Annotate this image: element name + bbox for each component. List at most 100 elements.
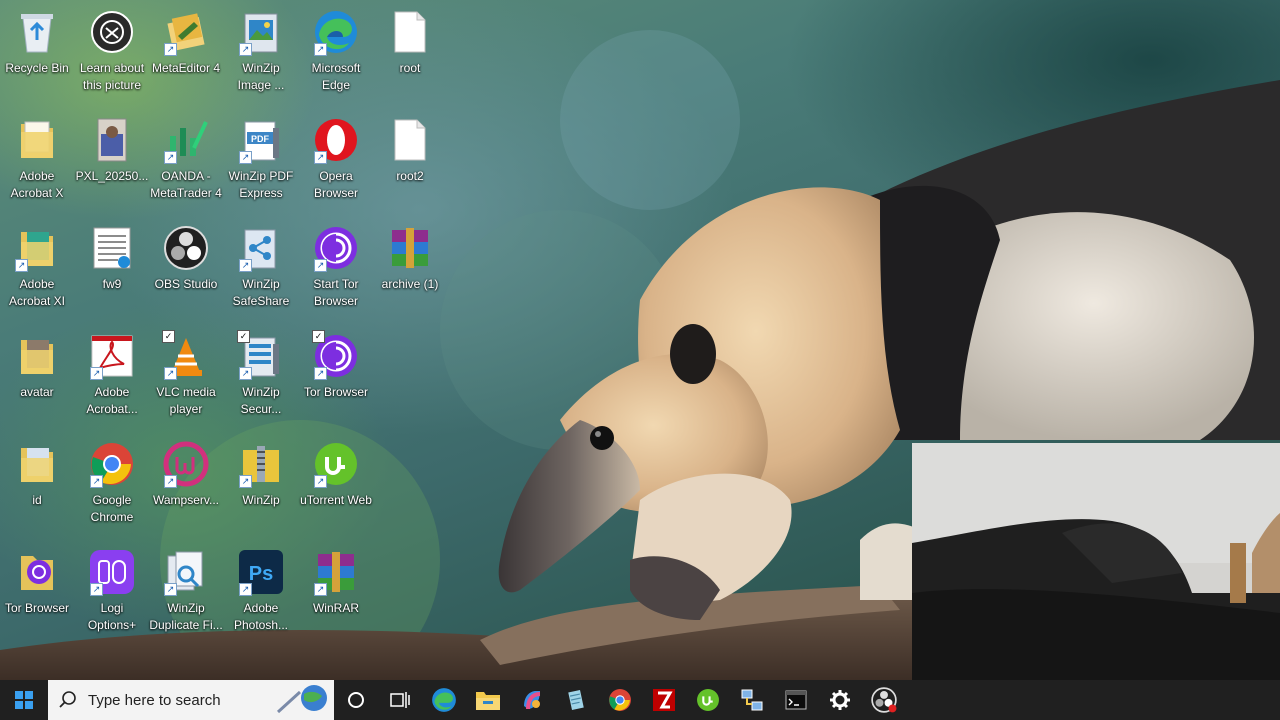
winzip-image-icon: ↗ — [237, 8, 285, 56]
icon-label: Adobe Acrobat... — [86, 385, 138, 416]
shortcut-arrow-icon: ↗ — [90, 367, 103, 380]
winzip-duplicate-icon: ↗ — [162, 548, 210, 596]
document-icon — [88, 224, 136, 272]
icon-label: MetaEditor 4 — [151, 61, 221, 75]
folder-icon — [13, 440, 61, 488]
icon-label: root2 — [396, 169, 424, 183]
taskbar-search-box[interactable] — [48, 680, 334, 720]
icon-label: avatar — [20, 385, 54, 399]
start-button[interactable] — [0, 680, 48, 720]
windows-start-icon — [15, 691, 33, 709]
folder-icon — [13, 116, 61, 164]
taskbar-copilot[interactable] — [510, 680, 554, 720]
svg-text:PDF: PDF — [251, 134, 270, 144]
desktop-icon-tor-browser-folder[interactable]: Tor Browser — [0, 544, 74, 644]
desktop-icon-utorrent-web[interactable]: ↗ uTorrent Web — [299, 436, 373, 536]
desktop-icon-photoshop[interactable]: Ps ↗ Adobe Photosh... — [224, 544, 298, 644]
desktop-icon-opera[interactable]: ↗ Opera Browser — [299, 112, 373, 212]
taskbar-file-explorer[interactable] — [466, 680, 510, 720]
icon-label: Google Chrome — [90, 493, 134, 524]
shortcut-arrow-icon: ↗ — [239, 475, 252, 488]
desktop-icon-winzip[interactable]: ↗ WinZip — [224, 436, 298, 536]
taskbar-task-view[interactable] — [378, 680, 422, 720]
file-icon — [386, 116, 434, 164]
winrar-icon: ↗ — [312, 548, 360, 596]
icon-label: WinZip Image ... — [237, 61, 285, 92]
icon-label: WinZip — [242, 493, 280, 507]
desktop-icon-logi-options[interactable]: ↗ Logi Options+ — [75, 544, 149, 644]
taskbar-utorrent[interactable] — [686, 680, 730, 720]
desktop-icon-id[interactable]: id — [0, 436, 74, 536]
icon-label: Adobe Acrobat X — [10, 169, 64, 200]
taskbar-edge[interactable] — [422, 680, 466, 720]
checkbox-icon: ✓ — [237, 330, 250, 343]
shortcut-arrow-icon: ↗ — [164, 583, 177, 596]
webcam-overlay — [912, 443, 1280, 680]
desktop-icon-adobe-acrobat-xi[interactable]: ↗ Adobe Acrobat XI — [0, 220, 74, 320]
icon-label: Tor Browser — [303, 385, 368, 399]
desktop-icon-winzip-secure[interactable]: ✓ ↗ WinZip Secur... — [224, 328, 298, 428]
desktop-icon-adobe-acrobat[interactable]: ↗ Adobe Acrobat... — [75, 328, 149, 428]
desktop-icon-winzip-image[interactable]: ↗ WinZip Image ... — [224, 4, 298, 104]
desktop-icon-wampserver[interactable]: ↗ Wampserv... — [149, 436, 223, 536]
desktop-icon-winzip-duplicate[interactable]: ↗ WinZip Duplicate Fi... — [149, 544, 223, 644]
desktop-icon-tor-browser[interactable]: ✓ ↗ Tor Browser — [299, 328, 373, 428]
winrar-icon — [386, 224, 434, 272]
desktop-icon-archive[interactable]: archive (1) — [373, 220, 447, 320]
desktop-icon-obs-studio[interactable]: OBS Studio — [149, 220, 223, 320]
network-icon — [741, 689, 763, 711]
taskbar-cortana[interactable] — [334, 680, 378, 720]
icon-label: Tor Browser — [4, 601, 69, 615]
desktop-icon-oanda-metatrader[interactable]: ↗ OANDA - MetaTrader 4 — [149, 112, 223, 212]
icon-label: uTorrent Web — [300, 493, 372, 507]
desktop-icon-google-chrome[interactable]: ↗ Google Chrome — [75, 436, 149, 536]
taskbar-settings[interactable] — [818, 680, 862, 720]
edge-icon — [432, 688, 456, 712]
taskbar-chrome[interactable] — [598, 680, 642, 720]
icon-label: WinZip SafeShare — [232, 277, 290, 308]
icon-label: OANDA - MetaTrader 4 — [150, 169, 222, 200]
cortana-icon — [348, 692, 364, 708]
obs-icon — [162, 224, 210, 272]
desktop-icon-metaeditor[interactable]: ↗ MetaEditor 4 — [149, 4, 223, 104]
desktop-icon-learn-about-picture[interactable]: Learn about this picture — [75, 4, 149, 104]
folder-icon — [476, 692, 500, 710]
webcam-feed — [912, 443, 1280, 680]
icon-label: Opera Browser — [313, 169, 358, 200]
desktop-icon-avatar[interactable]: avatar — [0, 328, 74, 428]
icon-label: Wampserv... — [152, 493, 219, 507]
search-input[interactable] — [86, 690, 260, 710]
taskbar-network[interactable] — [730, 680, 774, 720]
taskbar-notepad[interactable] — [554, 680, 598, 720]
chrome-icon — [609, 689, 631, 711]
desktop-icon-microsoft-edge[interactable]: ↗ Microsoft Edge — [299, 4, 373, 104]
taskbar-obs[interactable] — [862, 680, 906, 720]
gear-icon — [830, 690, 850, 710]
checkbox-icon: ✓ — [162, 330, 175, 343]
shortcut-arrow-icon: ↗ — [164, 475, 177, 488]
tor-icon: ✓ ↗ — [312, 330, 360, 380]
desktop-icon-winrar[interactable]: ↗ WinRAR — [299, 544, 373, 644]
desktop-icon-adobe-acrobat-x[interactable]: Adobe Acrobat X — [0, 112, 74, 212]
shortcut-arrow-icon: ↗ — [314, 583, 327, 596]
chrome-icon: ↗ — [88, 440, 136, 488]
icon-label: fw9 — [102, 277, 122, 291]
desktop-icon-root2[interactable]: root2 — [373, 112, 447, 212]
desktop-icon-winzip-safeshare[interactable]: ↗ WinZip SafeShare — [224, 220, 298, 320]
file-icon — [386, 8, 434, 56]
recycle-bin-icon — [13, 8, 61, 56]
desktop-icon-winzip-pdf[interactable]: PDF ↗ WinZip PDF Express — [224, 112, 298, 212]
desktop-icon-start-tor-browser[interactable]: ↗ Start Tor Browser — [299, 220, 373, 320]
icon-label: Learn about this picture — [79, 61, 145, 92]
icon-label: Adobe Photosh... — [233, 601, 289, 632]
taskbar — [0, 680, 1280, 720]
icon-label: Adobe Acrobat XI — [8, 277, 66, 308]
taskbar-filezilla[interactable] — [642, 680, 686, 720]
pdf-icon: PDF ↗ — [237, 116, 285, 164]
desktop-icon-vlc[interactable]: ✓ ↗ VLC media player — [149, 328, 223, 428]
desktop-icon-pxl-photo[interactable]: PXL_20250... — [75, 112, 149, 212]
desktop-icon-fw9[interactable]: fw9 — [75, 220, 149, 320]
desktop-icon-root[interactable]: root — [373, 4, 447, 104]
taskbar-terminal[interactable] — [774, 680, 818, 720]
desktop-icon-recycle-bin[interactable]: Recycle Bin — [0, 4, 74, 104]
